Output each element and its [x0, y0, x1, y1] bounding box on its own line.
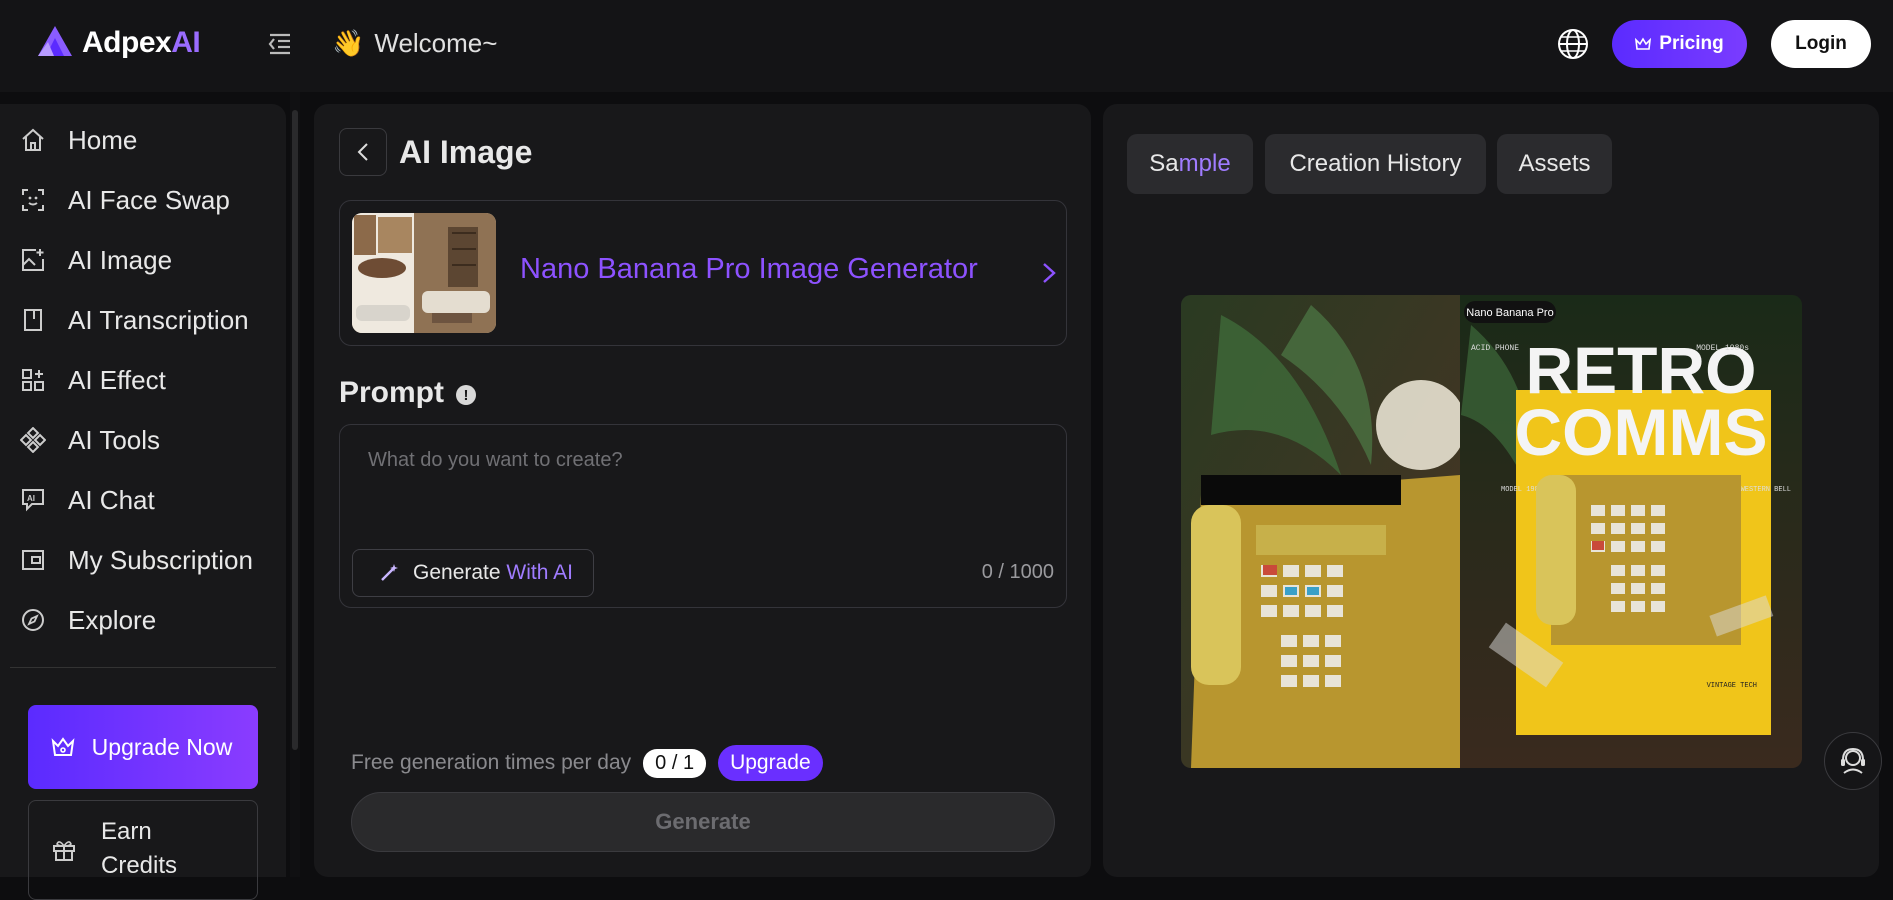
effect-grid-icon — [22, 369, 44, 391]
editor-panel: AI Image Nano Banana Pro Image Generator — [314, 104, 1091, 877]
welcome-greeting: 👋 Welcome~ — [332, 28, 497, 59]
free-generation-count: 0 / 1 — [643, 748, 707, 778]
wave-emoji: 👋 — [332, 28, 365, 58]
sidebar-item-transcription[interactable]: AI Transcription — [20, 300, 249, 340]
chat-ai-icon: AI — [22, 489, 44, 512]
face-scan-icon — [22, 189, 44, 211]
sidebar-item-label: AI Chat — [68, 484, 155, 515]
tab-sample-label-b: mple — [1178, 150, 1231, 177]
svg-text:AI: AI — [27, 494, 35, 503]
gift-icon — [53, 841, 75, 861]
free-generation-row: Free generation times per day 0 / 1 Upgr… — [351, 745, 823, 781]
sidebar: Home AI Face Swap AI Image AI Transcript… — [0, 104, 286, 900]
headset-icon — [1841, 747, 1865, 774]
tab-assets[interactable]: Assets — [1497, 134, 1612, 194]
image-plus-icon — [22, 249, 44, 271]
sidebar-item-ai-tools[interactable]: AI Tools — [20, 420, 160, 460]
top-bar: AdpexAI 👋 Welcome~ Pricing Login — [0, 0, 1893, 92]
prompt-heading: Prompt ! — [339, 376, 476, 410]
back-button[interactable] — [339, 128, 387, 176]
logo[interactable]: AdpexAI — [34, 24, 201, 62]
free-generation-label: Free generation times per day — [351, 751, 632, 774]
chevron-left-icon — [357, 143, 368, 161]
upgrade-now-button[interactable]: Upgrade Now — [28, 705, 258, 789]
sidebar-divider — [10, 667, 276, 668]
sidebar-item-ai-effect[interactable]: AI Effect — [20, 360, 166, 400]
upgrade-pill-button[interactable]: Upgrade — [718, 745, 823, 781]
welcome-text: Welcome~ — [374, 28, 498, 58]
sidebar-item-ai-image[interactable]: AI Image — [20, 240, 172, 280]
sidebar-item-label: Explore — [68, 604, 157, 635]
crown-icon — [1635, 37, 1652, 50]
poster-bottom-right-text: VINTAGE TECH — [1707, 682, 1757, 690]
generate-with-ai-button[interactable]: Generate With AI — [352, 549, 594, 597]
generate-ai-prefix: Generate — [413, 561, 501, 584]
prompt-label: Prompt — [339, 376, 444, 409]
collapse-menu-icon[interactable] — [266, 30, 294, 58]
pricing-label: Pricing — [1659, 33, 1724, 54]
info-icon[interactable]: ! — [456, 385, 476, 405]
sidebar-item-explore[interactable]: Explore — [20, 600, 156, 640]
login-button[interactable]: Login — [1771, 20, 1871, 68]
prompt-box: Generate With AI 0 / 1000 — [339, 424, 1067, 608]
customer-support-button[interactable] — [1824, 732, 1882, 790]
sidebar-item-ai-chat[interactable]: AI AI Chat — [20, 480, 155, 520]
character-count: 0 / 1000 — [981, 561, 1054, 583]
preview-panel: Sa mple Creation History Assets RETRO CO… — [1103, 104, 1879, 877]
sidebar-item-subscription[interactable]: My Subscription — [20, 540, 253, 580]
tab-sample[interactable]: Sa mple — [1127, 134, 1253, 194]
model-name: Nano Banana Pro Image Generator — [520, 253, 978, 285]
tools-diamond-icon — [20, 427, 46, 453]
logo-mark-icon — [38, 26, 72, 56]
earn-credits-label: Earn Credits — [101, 818, 178, 879]
sidebar-item-label: My Subscription — [68, 544, 253, 575]
sidebar-item-label: AI Tools — [68, 424, 161, 455]
sidebar-item-label: AI Image — [68, 244, 173, 275]
sidebar-item-label: AI Effect — [68, 364, 166, 395]
sidebar-item-label: AI Transcription — [68, 304, 249, 335]
poster-top-right-text: MODEL 1980s — [1696, 344, 1749, 353]
compass-icon — [22, 609, 44, 631]
chevron-right-icon — [1043, 263, 1056, 283]
sample-image: RETRO COMMS ACID PHONE MODEL 1980s MODEL… — [1181, 295, 1802, 768]
nano-banana-badge: Nano Banana Pro — [1466, 307, 1553, 319]
prompt-input[interactable] — [368, 449, 1028, 509]
generate-button[interactable]: Generate — [351, 792, 1055, 852]
generate-ai-suffix: With AI — [506, 561, 573, 584]
sidebar-item-label: Home — [68, 124, 138, 155]
sidebar-item-home[interactable]: Home — [20, 120, 137, 160]
earn-credits-button[interactable]: Earn Credits — [28, 800, 258, 900]
poster-top-left-text: ACID PHONE — [1471, 344, 1519, 353]
language-globe-icon[interactable] — [1556, 27, 1590, 61]
wallet-icon — [22, 550, 44, 570]
pricing-button[interactable]: Pricing — [1612, 20, 1747, 68]
sidebar-item-face-swap[interactable]: AI Face Swap — [20, 180, 230, 220]
sidebar-scroll-thumb[interactable] — [292, 110, 298, 750]
tab-sample-label-a: Sa — [1149, 150, 1179, 177]
magic-wand-icon — [381, 564, 398, 581]
tab-creation-history[interactable]: Creation History — [1265, 134, 1486, 194]
model-thumbnail — [352, 213, 496, 333]
model-selector-card[interactable]: Nano Banana Pro Image Generator — [339, 200, 1067, 346]
page-title: AI Image — [399, 134, 533, 170]
crown-icon — [51, 737, 75, 756]
poster-title-2: COMMS — [1515, 395, 1768, 469]
logo-text: Adpex — [82, 26, 172, 59]
sidebar-item-label: AI Face Swap — [68, 184, 230, 215]
document-icon — [24, 309, 42, 331]
home-icon — [22, 128, 44, 151]
logo-text-ai: AI — [171, 26, 201, 59]
upgrade-now-label: Upgrade Now — [91, 734, 233, 760]
